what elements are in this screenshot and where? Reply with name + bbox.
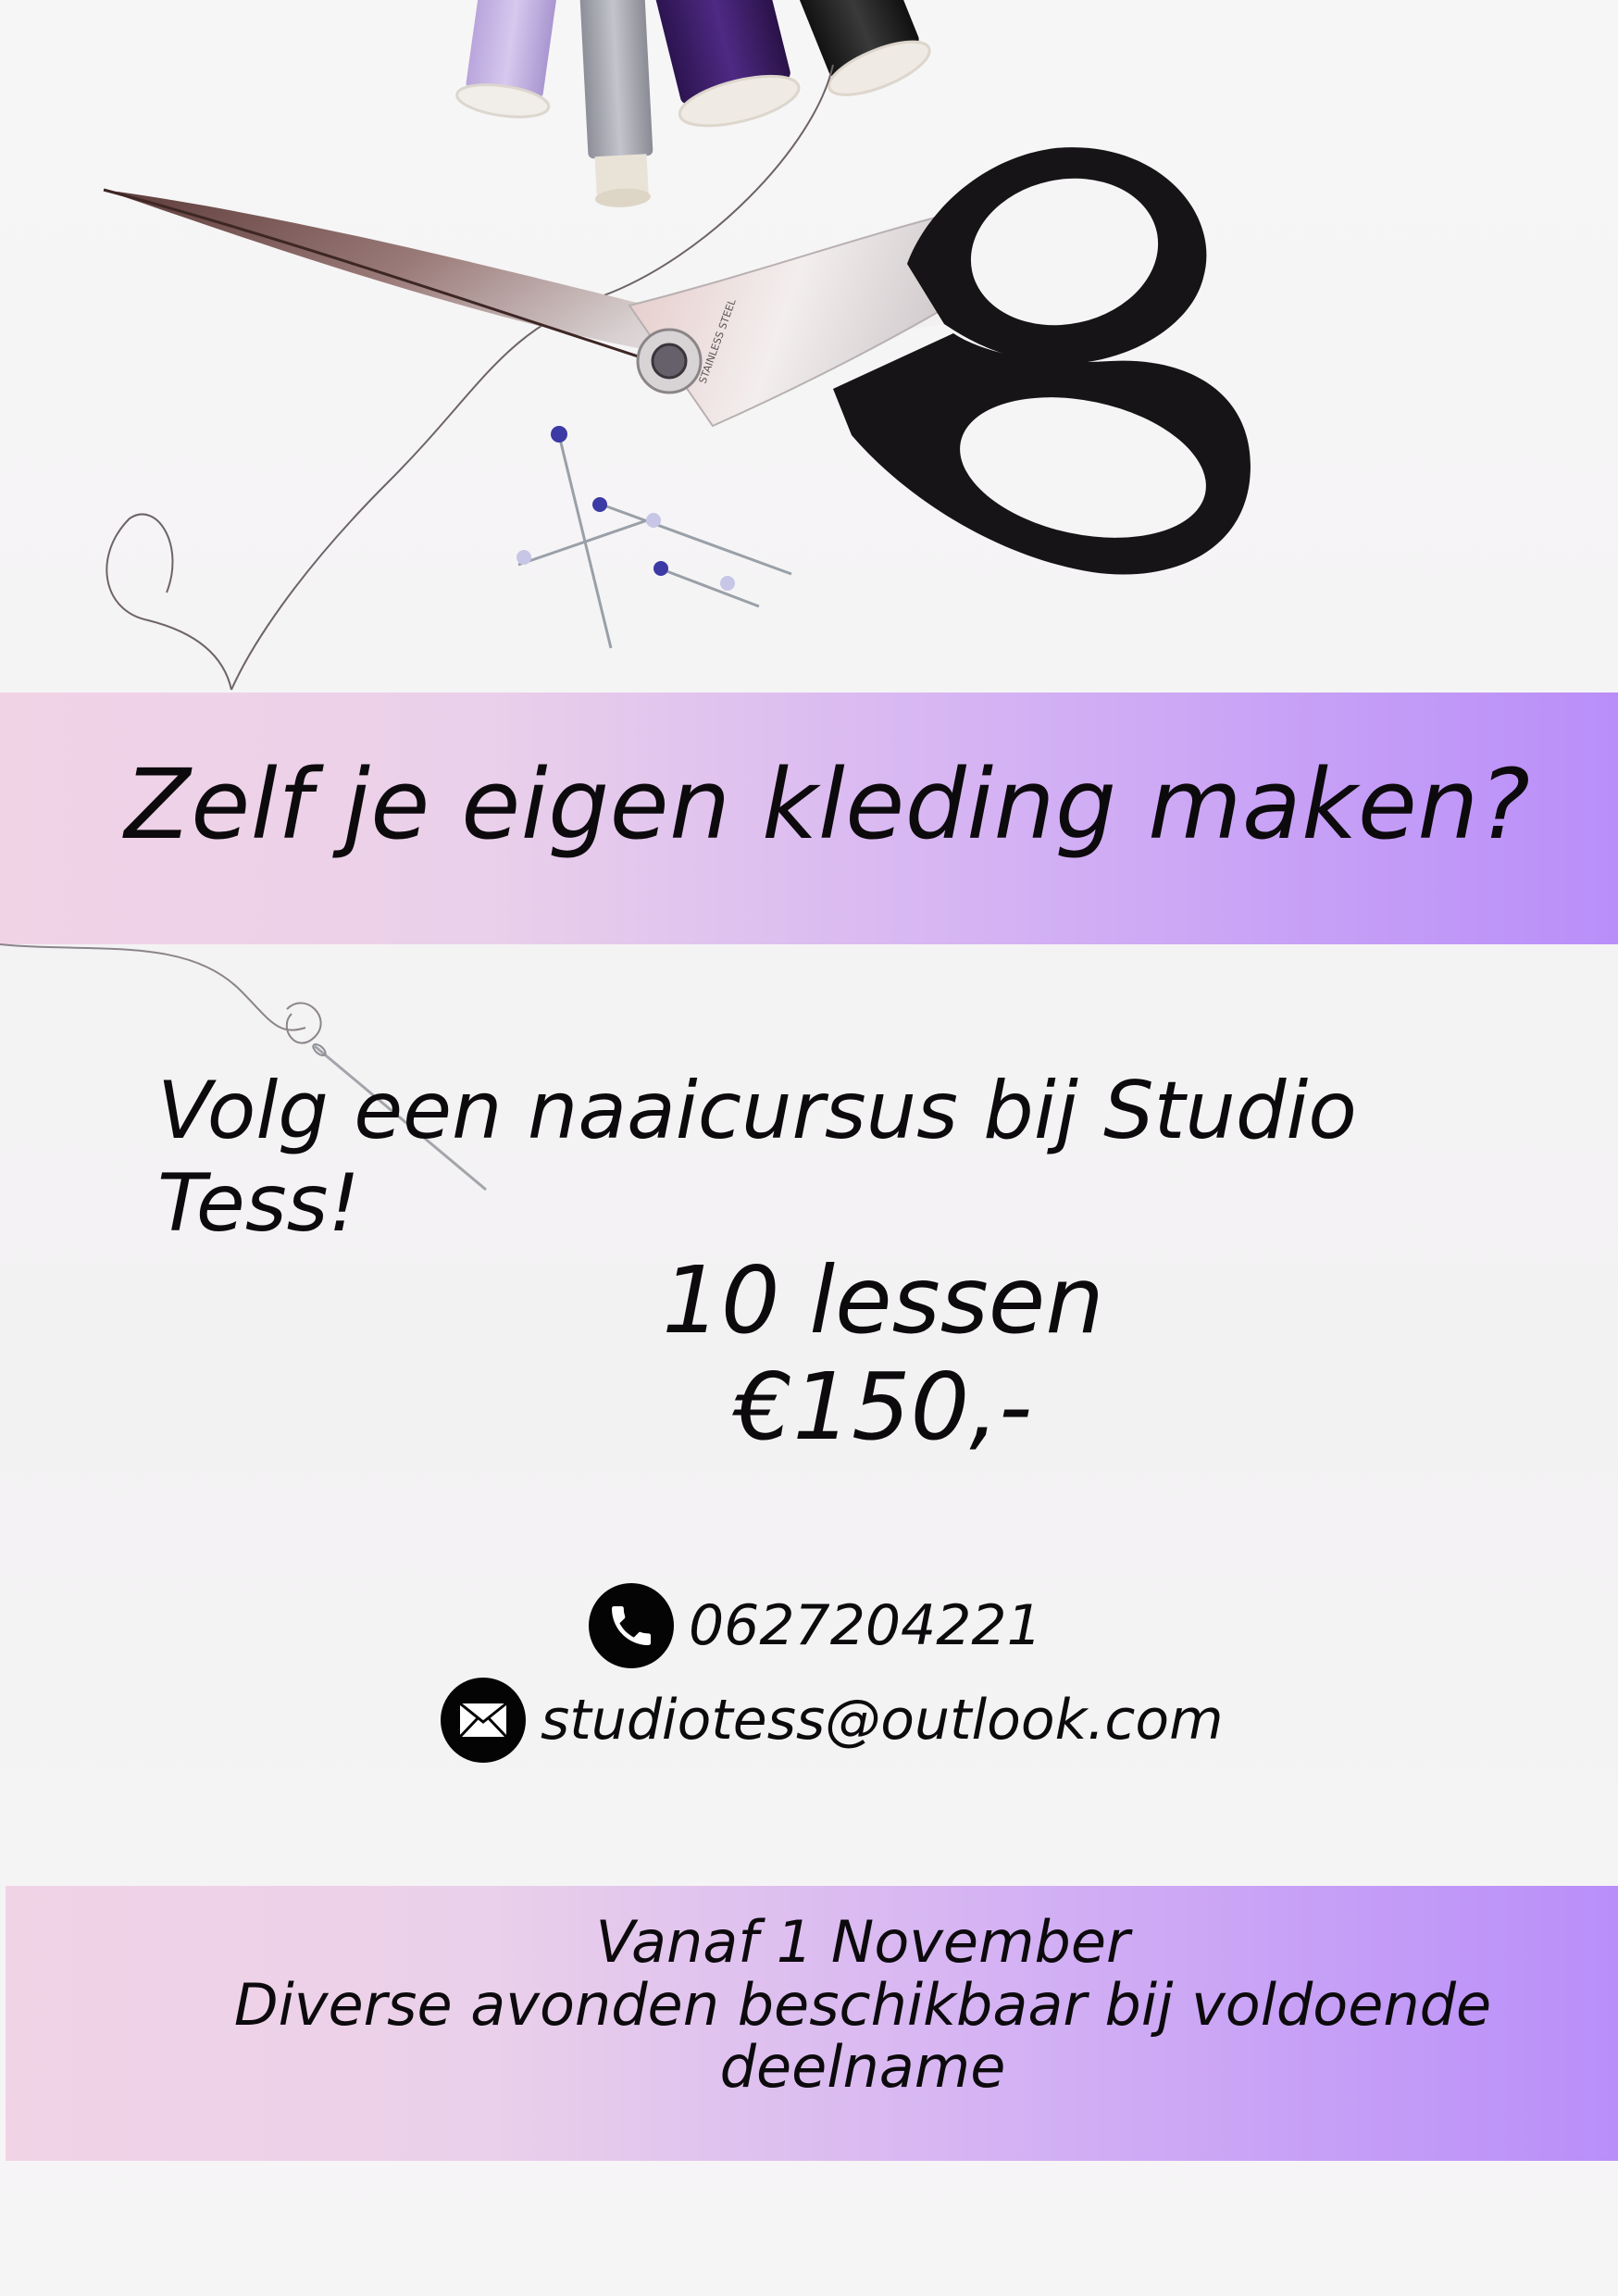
envelope-icon [441,1678,526,1763]
email-contact: studiotess@outlook.com [441,1678,1224,1763]
availability-line-2: deelname [719,2033,1006,2102]
start-date: Vanaf 1 November [595,1908,1130,1976]
subline: Volg een naaicursus bij Studio Tess! [157,1065,1357,1250]
phone-number[interactable]: 0627204221 [689,1593,1042,1658]
availability-line-1: Diverse avonden beschikbaar bij voldoend… [233,1970,1492,2039]
phone-contact: 0627204221 [589,1583,1042,1668]
headline: Zelf je eigen kleding maken? [124,748,1531,861]
lessons-count: 10 lessen [662,1246,1104,1354]
email-address[interactable]: studiotess@outlook.com [541,1688,1224,1753]
phone-icon [589,1583,674,1668]
schedule-text: Vanaf 1 November Diverse avonden beschik… [6,1911,1618,2099]
price: €150,- [733,1353,1033,1461]
sewing-photo: STAINLESS STEEL [103,0,1251,691]
